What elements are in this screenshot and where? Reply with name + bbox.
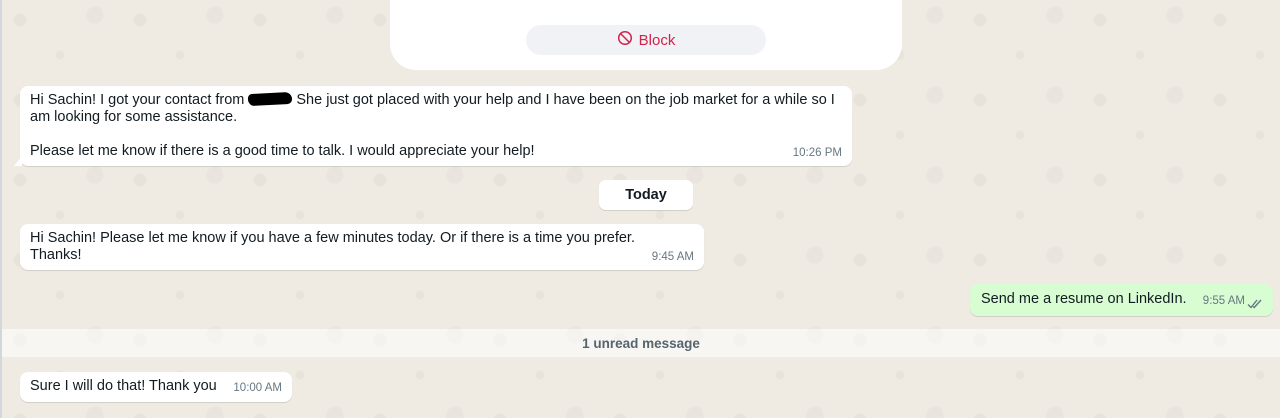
- block-icon: [617, 30, 633, 50]
- message-bubble-incoming[interactable]: Sure I will do that! Thank you 10:00 AM: [20, 372, 292, 402]
- message-text: Hi Sachin! I got your contact from She ju…: [30, 91, 835, 159]
- date-separator: Today: [599, 180, 693, 210]
- message-text: Send me a resume on LinkedIn.: [981, 291, 1187, 307]
- bubble-tail: [14, 156, 22, 166]
- unread-messages-banner: 1 unread message: [2, 329, 1280, 357]
- message-timestamp: 10:00 AM: [233, 382, 282, 394]
- contact-info-card: Block: [390, 0, 902, 70]
- message-bubble-incoming[interactable]: Hi Sachin! Please let me know if you hav…: [20, 224, 704, 270]
- message-timestamp: 9:45 AM: [651, 251, 694, 263]
- message-timestamp: 9:55 AM: [1202, 295, 1245, 307]
- message-text: Sure I will do that! Thank you: [30, 378, 217, 394]
- block-button[interactable]: Block: [526, 25, 766, 55]
- double-check-icon: [1247, 298, 1263, 310]
- block-button-label: Block: [638, 31, 676, 49]
- redaction-mark: [248, 91, 293, 107]
- message-timestamp: 10:26 PM: [792, 147, 842, 159]
- message-text: Hi Sachin! Please let me know if you hav…: [30, 230, 635, 263]
- message-bubble-incoming[interactable]: Hi Sachin! I got your contact from She ju…: [14, 86, 852, 166]
- message-bubble-outgoing[interactable]: Send me a resume on LinkedIn. 9:55 AM: [970, 284, 1273, 316]
